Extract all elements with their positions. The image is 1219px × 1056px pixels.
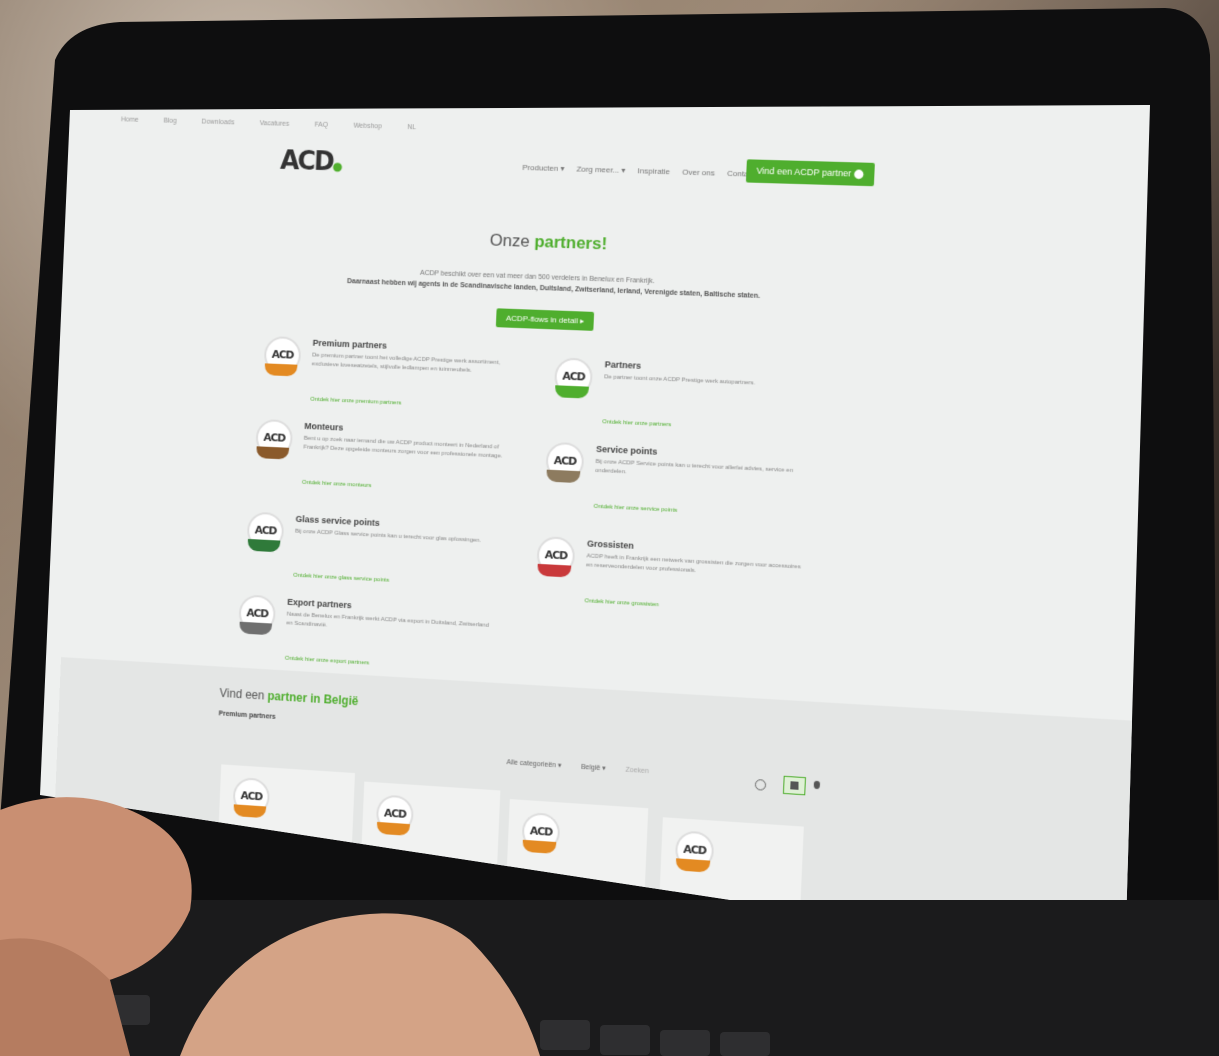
logo-dot-icon: ●: [332, 159, 342, 174]
topbar-item[interactable]: Home: [121, 116, 139, 123]
category-title: Glass service points: [295, 513, 380, 528]
nav-item-producten[interactable]: Producten ▾: [522, 163, 564, 173]
category-title: Partners: [604, 359, 642, 371]
flows-button[interactable]: ACDP-flows in detail ▸: [495, 308, 595, 331]
category-title: Service points: [595, 443, 658, 457]
nav-item-inspiratie[interactable]: Inspiratie: [637, 166, 670, 176]
category-title: Monteurs: [304, 420, 344, 433]
category-partners: ACD Partners De partner toont onze ACDP …: [553, 357, 814, 428]
topbar-item[interactable]: FAQ: [314, 122, 328, 129]
find-partner-label: Vind een ACDP partner: [756, 165, 852, 179]
category-description: De partner toont onze ACDP Prestige werk…: [604, 374, 756, 387]
category-description: Bent u op zoek naar iemand die uw ACDP p…: [303, 435, 503, 460]
premium-badge-icon: ACD: [261, 335, 302, 384]
nav-item-over-ons[interactable]: Over ons: [682, 168, 715, 178]
grossist-badge-icon: ACD: [534, 535, 576, 586]
page-title: Onze partners!: [489, 231, 607, 255]
category-description: De premium partner toont het volledige A…: [311, 352, 501, 374]
category-link[interactable]: Ontdek hier onze service points: [594, 504, 678, 514]
category-description: Naast de Benelux en Frankrijk werkt ACDP…: [286, 611, 489, 629]
partner-badge-icon: ACD: [552, 357, 594, 406]
category-link[interactable]: Ontdek hier onze monteurs: [302, 480, 372, 489]
category-grossisten: ACD Grossisten ACDP heeft in Frankrijk e…: [536, 535, 801, 608]
category-link[interactable]: Ontdek hier onze grossisten: [584, 598, 659, 608]
topbar-item[interactable]: Blog: [163, 118, 176, 125]
category-title: Export partners: [287, 596, 352, 611]
hands-on-keyboard: [0, 797, 1219, 1056]
category-link[interactable]: Ontdek hier onze premium partners: [310, 397, 401, 407]
search-input[interactable]: Zoeken: [625, 767, 649, 775]
find-partner-button[interactable]: Vind een ACDP partner ⬤: [745, 159, 875, 187]
service-badge-icon: ACD: [543, 441, 585, 492]
nav-item-zorg[interactable]: Zorg meer... ▾: [576, 165, 625, 175]
monteur-badge-icon: ACD: [253, 418, 294, 468]
category-link[interactable]: Ontdek hier onze partners: [602, 419, 671, 428]
main-nav: Producten ▾ Zorg meer... ▾ Inspiratie Ov…: [522, 163, 765, 179]
category-premium: ACD Premium partners De premium partner …: [263, 335, 514, 407]
topbar-item[interactable]: Vacatures: [259, 120, 289, 128]
topbar-item[interactable]: Webshop: [353, 123, 382, 131]
category-glass: ACD Glass service points Bij onze ACDP G…: [246, 511, 497, 584]
logo-text: ACD: [279, 146, 334, 178]
site-logo[interactable]: ACD●: [280, 146, 342, 177]
title-highlight: partners!: [533, 232, 608, 254]
category-export: ACD Export partners Naast de Benelux en …: [238, 594, 489, 666]
topbar-item[interactable]: Downloads: [201, 119, 234, 127]
pin-icon: ⬤: [853, 168, 865, 179]
category-link[interactable]: Ontdek hier onze glass service points: [293, 573, 389, 584]
export-badge-icon: ACD: [236, 594, 277, 643]
category-description: ACDP heeft in Frankrijk een netwerk van …: [586, 553, 801, 575]
flows-button-label: ACDP-flows in detail: [505, 313, 579, 326]
topbar-item[interactable]: NL: [407, 124, 416, 131]
category-description: Bij onze ACDP Service points kan u terec…: [595, 458, 794, 476]
category-link[interactable]: Ontdek hier onze export partners: [285, 656, 369, 667]
category-monteurs: ACD Monteurs Bent u op zoek naar iemand …: [255, 418, 506, 489]
category-title: Premium partners: [312, 337, 388, 351]
title-prefix: Onze: [489, 230, 531, 251]
category-service-points: ACD Service points Bij onze ACDP Service…: [545, 441, 805, 514]
category-title: Grossisten: [586, 538, 634, 551]
site-header: ACD● Producten ▾ Zorg meer... ▾ Inspirat…: [222, 139, 1018, 202]
glass-badge-icon: ACD: [244, 511, 285, 560]
finder-title-prefix: Vind een: [219, 686, 265, 703]
country-select[interactable]: België ▾: [581, 764, 606, 773]
category-description: Bij onze ACDP Glass service points kan u…: [294, 528, 482, 544]
